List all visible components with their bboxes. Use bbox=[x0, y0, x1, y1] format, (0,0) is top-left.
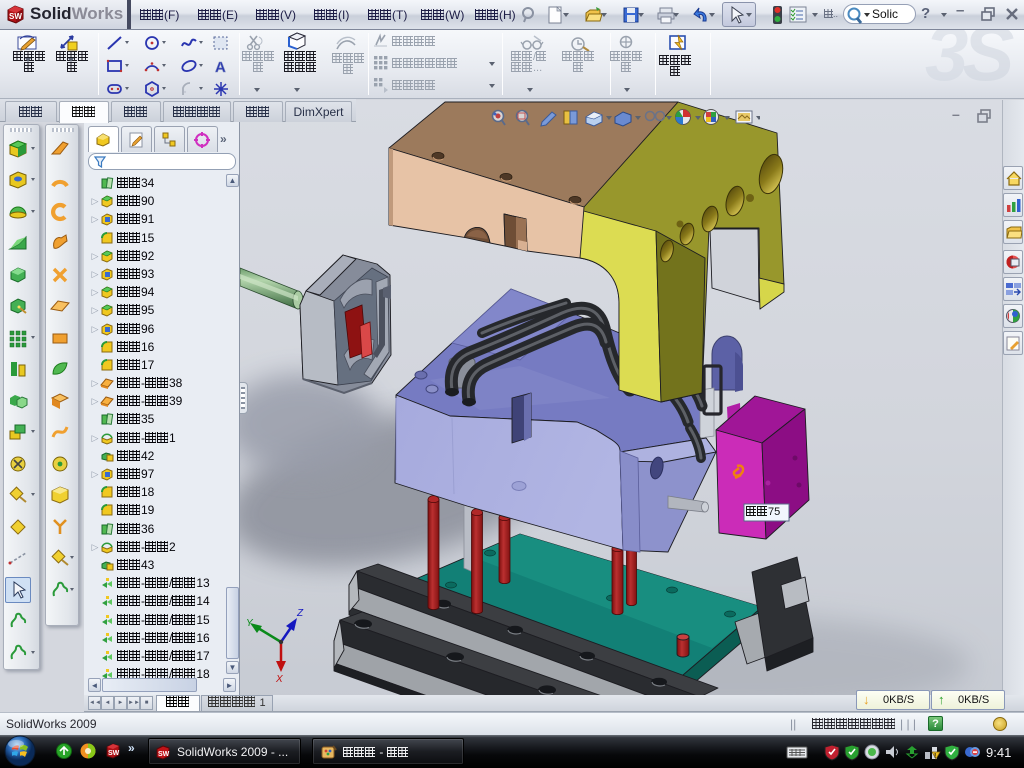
svg-text:A: A bbox=[215, 59, 226, 75]
svg-text:Z: Z bbox=[296, 608, 304, 619]
svg-text:SW: SW bbox=[108, 750, 120, 757]
svg-text:!: ! bbox=[934, 753, 936, 760]
svg-text:SW: SW bbox=[9, 12, 22, 21]
svg-text:X: X bbox=[275, 674, 283, 685]
svg-text:SW: SW bbox=[158, 751, 170, 758]
